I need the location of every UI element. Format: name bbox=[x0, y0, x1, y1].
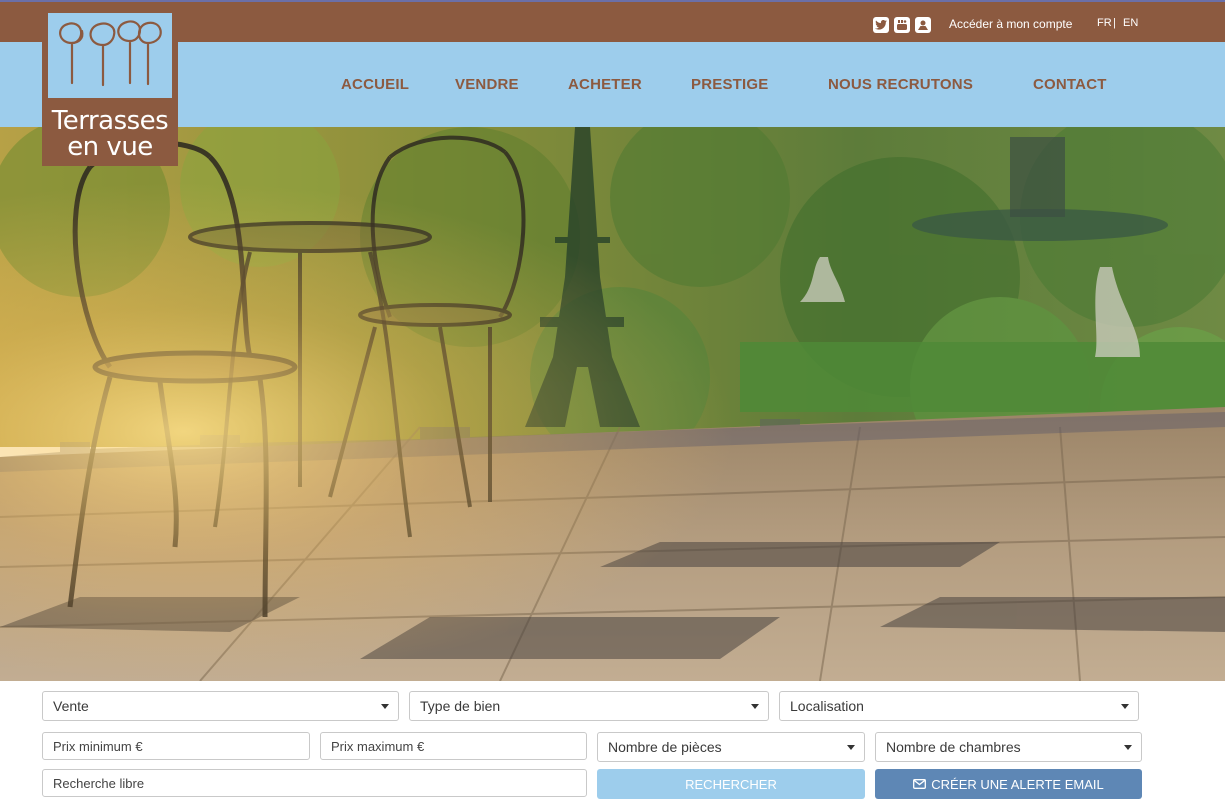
lang-en-link[interactable]: EN bbox=[1123, 17, 1138, 29]
create-email-alert-button[interactable]: CRÉER UNE ALERTE EMAIL bbox=[875, 769, 1142, 799]
nav-prestige[interactable]: PRESTIGE bbox=[691, 76, 768, 93]
main-nav: ACCUEIL VENDRE ACHETER PRESTIGE NOUS REC… bbox=[0, 42, 1225, 127]
bedrooms-select[interactable]: Nombre de chambres bbox=[875, 732, 1142, 762]
site-logo[interactable]: Terrasses en vue bbox=[42, 10, 178, 166]
tree-logo-icon bbox=[59, 20, 162, 87]
rooms-value: Nombre de pièces bbox=[608, 739, 722, 755]
lang-separator: | bbox=[1113, 17, 1116, 29]
price-min-input[interactable] bbox=[42, 732, 310, 760]
nav-contact[interactable]: CONTACT bbox=[1033, 76, 1107, 93]
top-bar: Accéder à mon compte FR | EN bbox=[0, 0, 1225, 42]
hero-image bbox=[0, 127, 1225, 681]
chevron-down-icon bbox=[1124, 745, 1132, 750]
nav-vendre[interactable]: VENDRE bbox=[455, 76, 519, 93]
logo-line-2: en vue bbox=[67, 132, 153, 162]
bedrooms-value: Nombre de chambres bbox=[886, 739, 1021, 755]
transaction-select[interactable]: Vente bbox=[42, 691, 399, 721]
user-icon[interactable] bbox=[915, 17, 931, 33]
chevron-down-icon bbox=[381, 704, 389, 709]
social-links bbox=[873, 17, 931, 33]
logo-emblem bbox=[48, 13, 172, 98]
price-max-input[interactable] bbox=[320, 732, 587, 760]
search-button[interactable]: RECHERCHER bbox=[597, 769, 865, 799]
lang-fr-link[interactable]: FR bbox=[1097, 17, 1112, 29]
location-select[interactable]: Localisation bbox=[779, 691, 1139, 721]
property-type-select[interactable]: Type de bien bbox=[409, 691, 769, 721]
account-link[interactable]: Accéder à mon compte bbox=[949, 17, 1072, 31]
twitter-icon[interactable] bbox=[873, 17, 889, 33]
chevron-down-icon bbox=[847, 745, 855, 750]
create-email-alert-label: CRÉER UNE ALERTE EMAIL bbox=[931, 776, 1104, 792]
chevron-down-icon bbox=[1121, 704, 1129, 709]
nav-acheter[interactable]: ACHETER bbox=[568, 76, 642, 93]
chevron-down-icon bbox=[751, 704, 759, 709]
rooms-select[interactable]: Nombre de pièces bbox=[597, 732, 865, 762]
free-search-input[interactable] bbox=[42, 769, 587, 797]
nav-nous-recrutons[interactable]: NOUS RECRUTONS bbox=[828, 76, 973, 93]
property-type-value: Type de bien bbox=[420, 698, 501, 714]
transaction-value: Vente bbox=[53, 698, 89, 714]
location-value: Localisation bbox=[790, 698, 864, 714]
nav-accueil[interactable]: ACCUEIL bbox=[341, 76, 409, 93]
logo-line-1: Terrasses bbox=[51, 106, 169, 136]
youtube-icon[interactable] bbox=[894, 17, 910, 33]
envelope-icon bbox=[913, 779, 927, 789]
